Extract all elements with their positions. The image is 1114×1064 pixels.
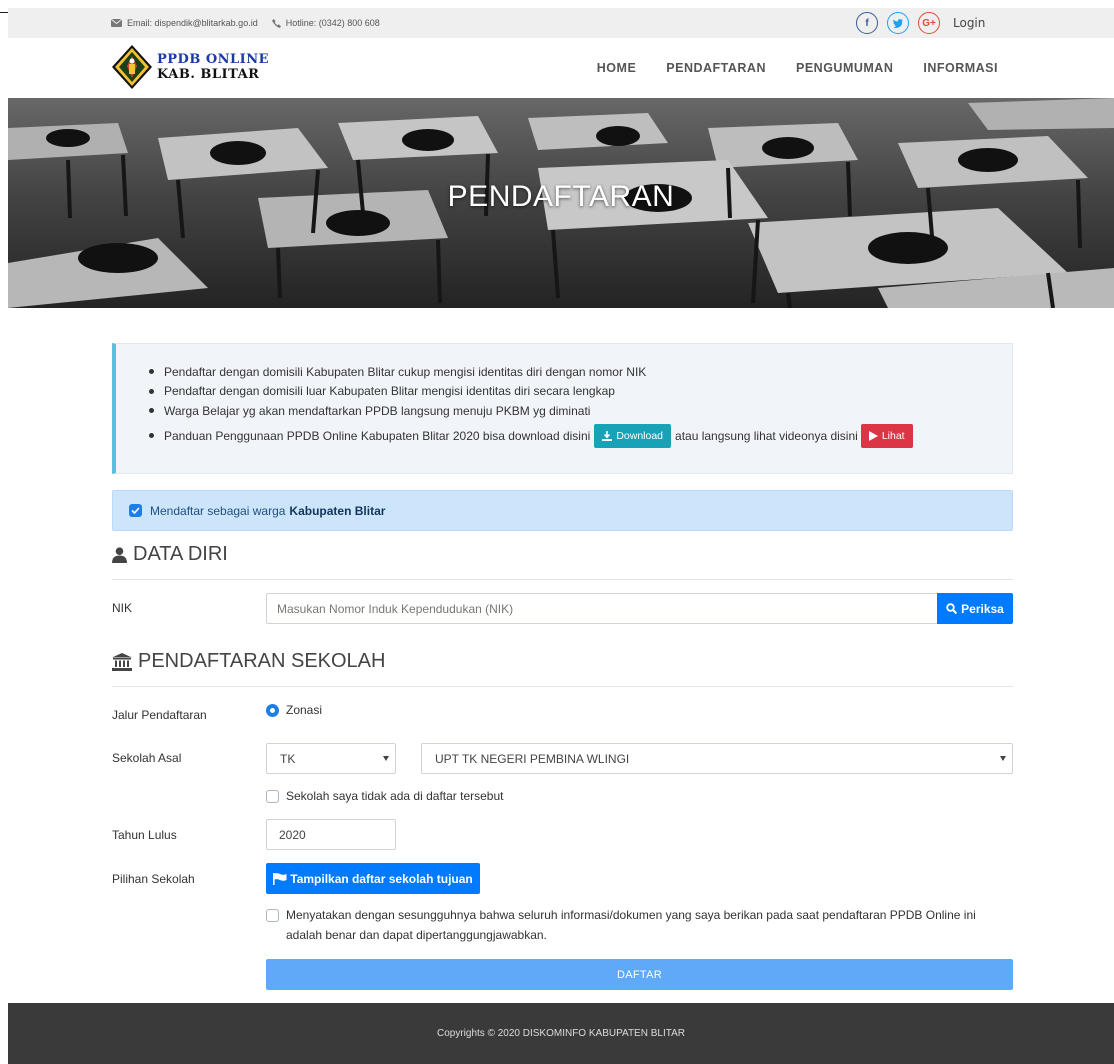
jenjang-select[interactable]: TK bbox=[266, 743, 396, 774]
brand-line-2: KAB. BLITAR bbox=[157, 67, 260, 82]
nav-informasi[interactable]: INFORMASI bbox=[923, 61, 998, 75]
section-divider bbox=[112, 579, 1013, 580]
sekolah-asal-label: Sekolah Asal bbox=[112, 751, 182, 765]
pernyataan-text: Menyatakan dengan sesungguhnya bahwa sel… bbox=[286, 908, 976, 942]
download-icon bbox=[602, 430, 613, 441]
chevron-down-icon bbox=[1000, 756, 1006, 761]
warga-checkbox[interactable] bbox=[129, 504, 142, 517]
brand-line-1: PPDB ONLINE bbox=[157, 52, 270, 67]
play-icon bbox=[868, 430, 878, 441]
footer: Copyrights © 2020 DISKOMINFO KABUPATEN B… bbox=[8, 1003, 1114, 1064]
jalur-label: Jalur Pendaftaran bbox=[112, 708, 207, 722]
hero-banner: PENDAFTARAN bbox=[8, 98, 1114, 308]
nav-pengumuman[interactable]: PENGUMUMAN bbox=[796, 61, 893, 75]
nik-label: NIK bbox=[112, 601, 133, 615]
user-icon bbox=[112, 546, 127, 563]
section-title-pendaftaran-sekolah: PENDAFTARAN SEKOLAH bbox=[112, 650, 385, 673]
nik-input[interactable]: Masukan Nomor Induk Kependudukan (NIK) bbox=[266, 593, 938, 624]
search-icon bbox=[946, 603, 958, 614]
chevron-down-icon bbox=[383, 756, 389, 761]
facebook-icon[interactable]: f bbox=[856, 12, 878, 34]
kabupaten-blitar-logo bbox=[112, 45, 152, 89]
email-contact[interactable]: Email: dispendik@blitarkab.go.id bbox=[111, 18, 258, 28]
main-menu: HOME PENDAFTARAN PENGUMUMAN INFORMASI bbox=[567, 38, 998, 98]
navbar: PPDB ONLINE KAB. BLITAR HOME PENDAFTARAN… bbox=[8, 38, 1114, 98]
warga-checkbox-row[interactable]: Mendaftar sebagai warga Kabupaten Blitar bbox=[112, 490, 1013, 531]
hotline-contact[interactable]: Hotline: (0342) 800 608 bbox=[271, 18, 380, 28]
list-item: Warga Belajar yg akan mendaftarkan PPDB … bbox=[149, 401, 913, 421]
phone-icon bbox=[271, 18, 281, 28]
check-icon bbox=[131, 507, 140, 514]
info-list: Pendaftar dengan domisili Kabupaten Blit… bbox=[149, 362, 913, 450]
pernyataan-checkbox[interactable] bbox=[266, 909, 279, 922]
pilihan-sekolah-label: Pilihan Sekolah bbox=[112, 872, 195, 886]
contact-info: Email: dispendik@blitarkab.go.id Hotline… bbox=[111, 8, 394, 38]
radio-selected-icon bbox=[266, 703, 279, 717]
hero-title: PENDAFTARAN bbox=[447, 180, 675, 213]
hotline-text: Hotline: (0342) 800 608 bbox=[285, 18, 380, 28]
flag-icon bbox=[273, 872, 287, 885]
institution-icon bbox=[112, 652, 132, 671]
nav-home[interactable]: HOME bbox=[597, 61, 637, 75]
tampilkan-sekolah-button[interactable]: Tampilkan daftar sekolah tujuan bbox=[266, 863, 480, 894]
lihat-label: Lihat bbox=[881, 429, 905, 442]
tidak-ada-checkbox[interactable] bbox=[266, 790, 279, 803]
google-plus-icon[interactable]: G+ bbox=[918, 12, 940, 34]
sekolah-asal-select[interactable]: UPT TK NEGERI PEMBINA WLINGI bbox=[421, 743, 1013, 774]
login-link[interactable]: Login bbox=[953, 16, 985, 30]
brand[interactable]: PPDB ONLINE KAB. BLITAR bbox=[111, 44, 269, 90]
pernyataan-checkbox-row[interactable]: Menyatakan dengan sesungguhnya bahwa sel… bbox=[266, 905, 1013, 945]
guide-text: Panduan Penggunaan PPDB Online Kabupaten… bbox=[164, 428, 591, 443]
tahun-lulus-input[interactable]: 2020 bbox=[266, 819, 396, 850]
zonasi-radio[interactable]: Zonasi bbox=[266, 703, 322, 717]
warga-text: Mendaftar sebagai warga bbox=[150, 503, 286, 518]
email-text: Email: dispendik@blitarkab.go.id bbox=[127, 18, 258, 28]
list-item: Pendaftar dengan domisili luar Kabupaten… bbox=[149, 382, 913, 402]
info-alert: Pendaftar dengan domisili Kabupaten Blit… bbox=[112, 343, 1013, 474]
warga-bold: Kabupaten Blitar bbox=[289, 503, 386, 518]
nav-pendaftaran[interactable]: PENDAFTARAN bbox=[666, 61, 766, 75]
social-links: f G+ Login bbox=[856, 12, 985, 34]
lihat-button[interactable]: Lihat bbox=[860, 423, 913, 448]
list-item: Pendaftar dengan domisili Kabupaten Blit… bbox=[149, 362, 913, 382]
nik-placeholder: Masukan Nomor Induk Kependudukan (NIK) bbox=[277, 601, 514, 616]
daftar-button[interactable]: DAFTAR bbox=[266, 959, 1013, 990]
download-button[interactable]: Download bbox=[594, 423, 672, 448]
top-bar: Email: dispendik@blitarkab.go.id Hotline… bbox=[8, 8, 1114, 38]
twitter-icon[interactable] bbox=[887, 12, 909, 34]
section-divider bbox=[112, 686, 1013, 687]
brand-text: PPDB ONLINE KAB. BLITAR bbox=[157, 52, 269, 82]
tidak-ada-checkbox-row[interactable]: Sekolah saya tidak ada di daftar tersebu… bbox=[266, 786, 503, 806]
tahun-lulus-label: Tahun Lulus bbox=[112, 828, 177, 842]
envelope-icon bbox=[111, 19, 122, 27]
copyright-text: Copyrights © 2020 DISKOMINFO KABUPATEN B… bbox=[437, 1028, 685, 1039]
periksa-button[interactable]: Periksa bbox=[937, 593, 1013, 624]
section-title-data-diri: DATA DIRI bbox=[112, 543, 228, 566]
video-text: atau langsung lihat videonya disini bbox=[675, 428, 858, 443]
list-item-guide: Panduan Penggunaan PPDB Online Kabupaten… bbox=[149, 422, 913, 450]
download-label: Download bbox=[616, 429, 664, 442]
